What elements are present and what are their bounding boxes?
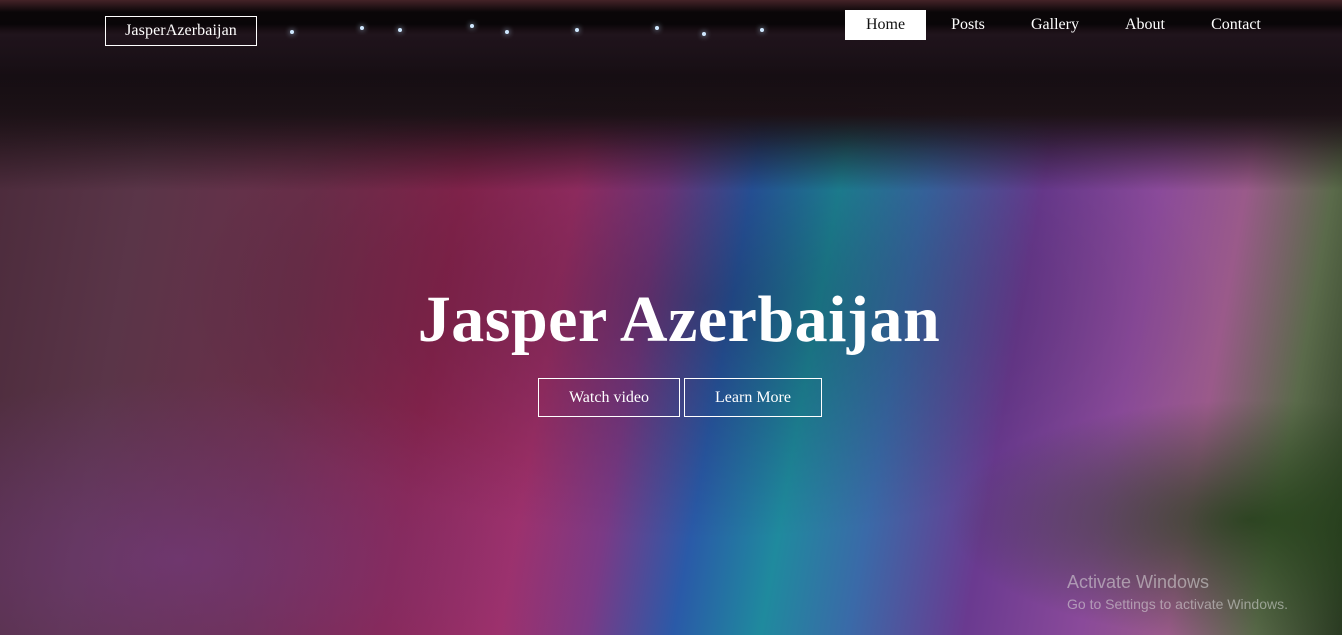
windows-activation-watermark: Activate Windows Go to Settings to activ… xyxy=(1067,571,1288,615)
learn-more-button[interactable]: Learn More xyxy=(684,378,822,417)
watermark-subtitle: Go to Settings to activate Windows. xyxy=(1067,596,1288,612)
nav-home[interactable]: Home xyxy=(845,10,926,40)
nav-contact[interactable]: Contact xyxy=(1190,10,1282,40)
nav-posts[interactable]: Posts xyxy=(926,10,1010,40)
nav-about[interactable]: About xyxy=(1100,10,1190,40)
main-nav: Home Posts Gallery About Contact xyxy=(845,10,1282,40)
hero-title: Jasper Azerbaijan xyxy=(417,283,941,356)
watermark-title: Activate Windows xyxy=(1067,572,1210,592)
nav-gallery[interactable]: Gallery xyxy=(1010,10,1100,40)
watch-video-button[interactable]: Watch video xyxy=(538,378,680,417)
brand-logo-button[interactable]: JasperAzerbaijan xyxy=(105,16,257,46)
hero-actions: Watch video Learn More xyxy=(538,378,822,417)
